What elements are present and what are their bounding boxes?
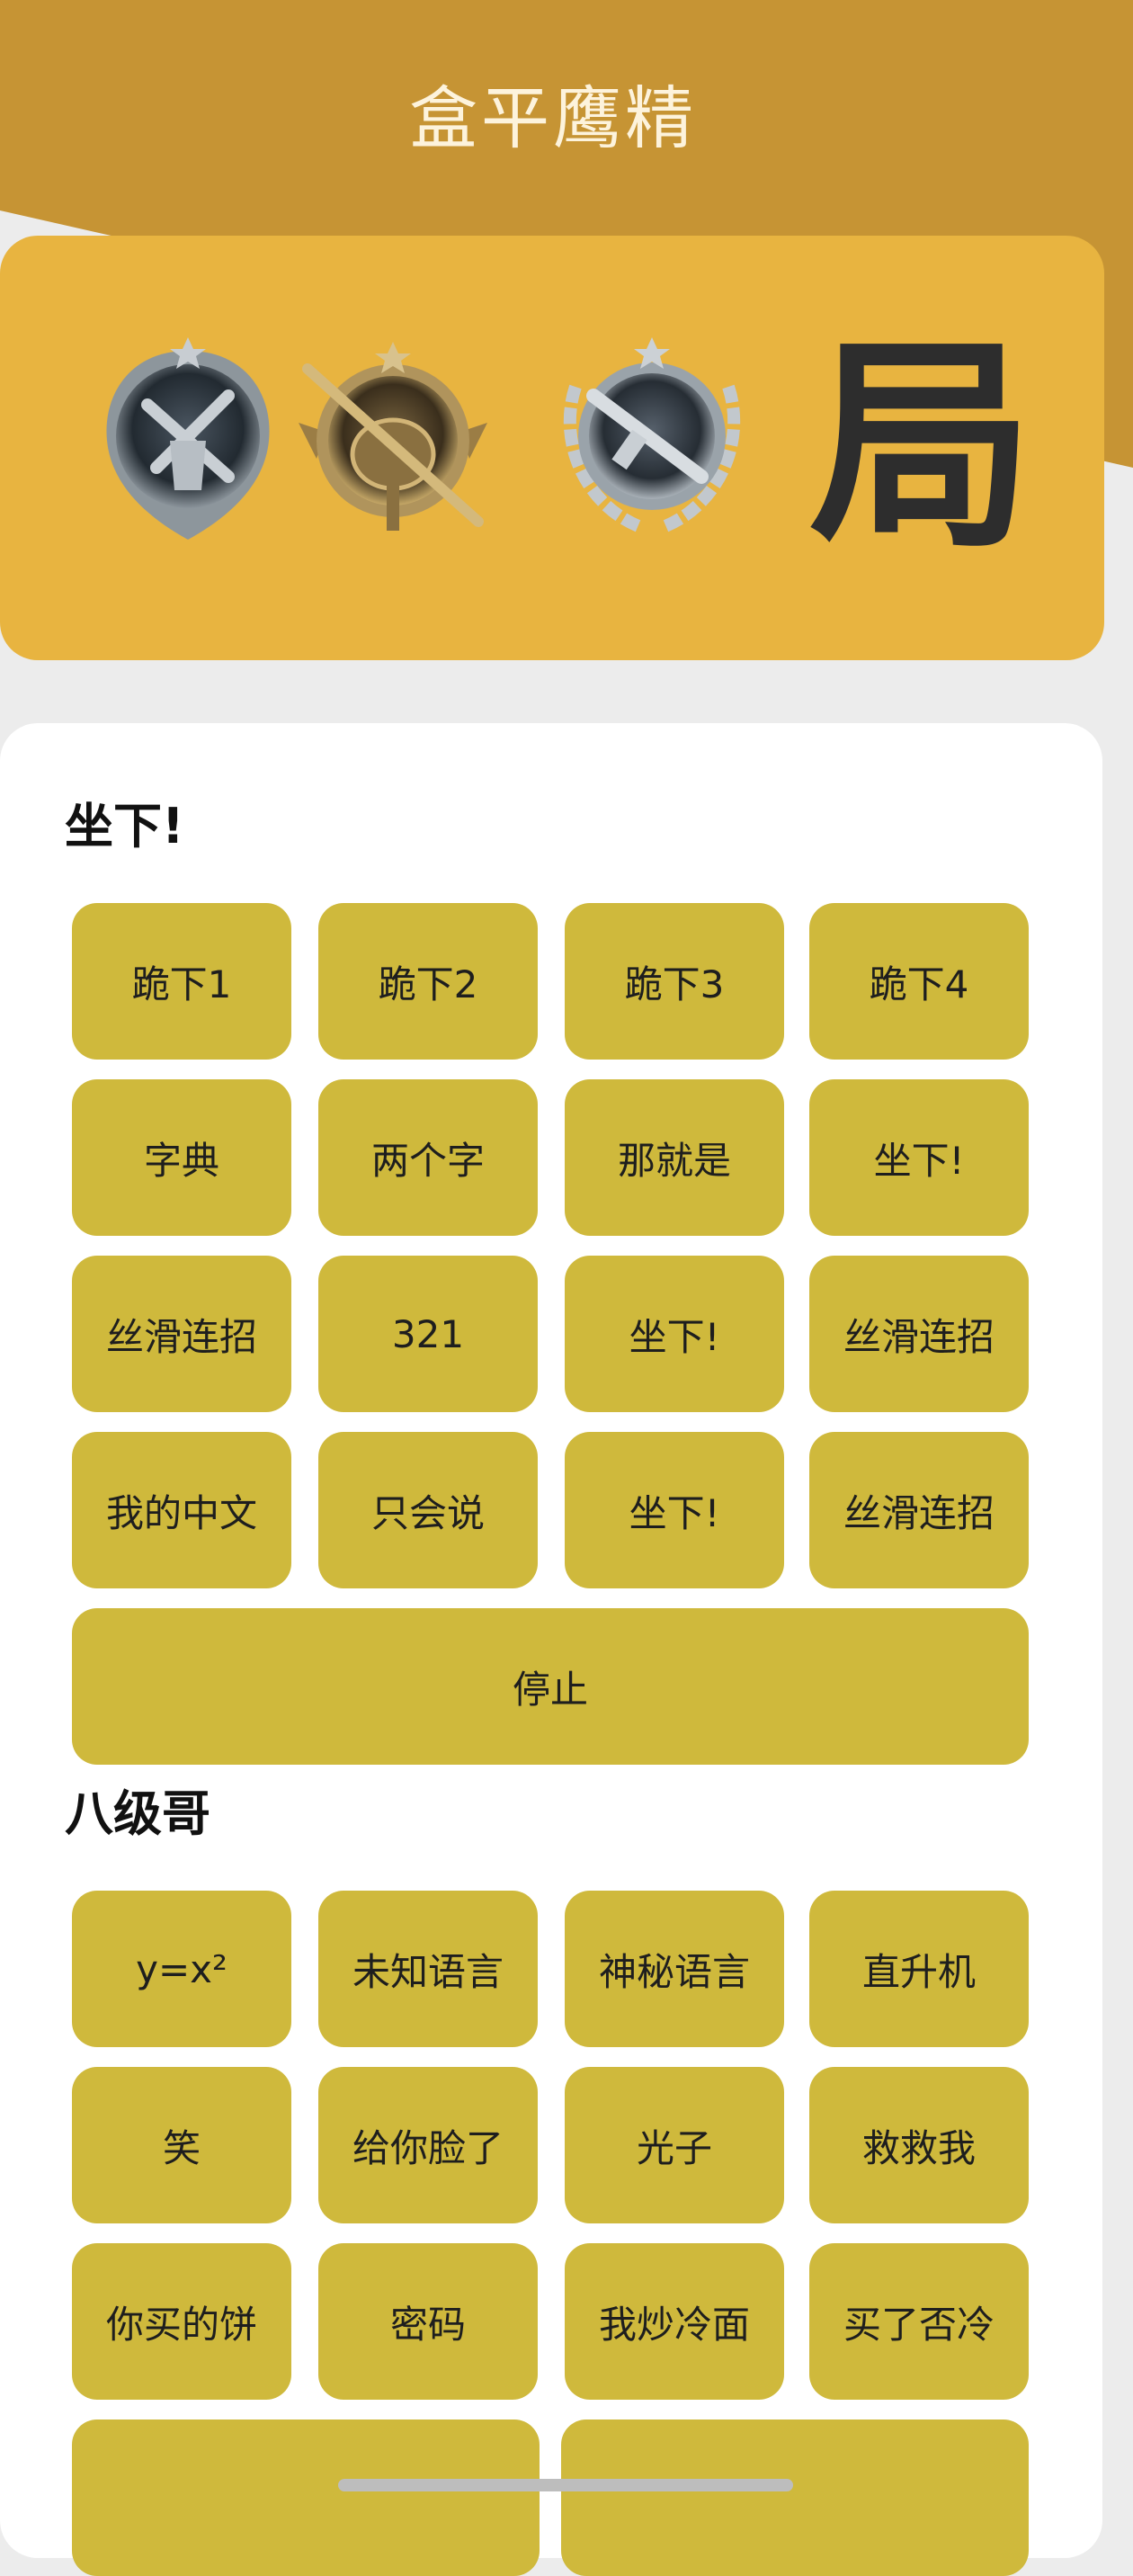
section-title-level-eight: 八级哥 (65, 1785, 210, 1842)
sound-button-partial[interactable] (72, 2419, 540, 2576)
sound-button[interactable]: 坐下! (565, 1432, 784, 1588)
sound-button[interactable]: 给你脸了 (318, 2067, 538, 2223)
sound-button[interactable]: 丝滑连招 (809, 1256, 1029, 1412)
sound-button[interactable]: 你买的饼 (72, 2243, 291, 2400)
sound-button[interactable]: 两个字 (318, 1079, 538, 1236)
sound-button[interactable]: 救救我 (809, 2067, 1029, 2223)
sound-button[interactable]: 我炒冷面 (565, 2243, 784, 2400)
sound-button[interactable]: 光子 (565, 2067, 784, 2223)
sound-button[interactable]: 买了否冷 (809, 2243, 1029, 2400)
section-title-sit-down: 坐下! (65, 798, 184, 854)
sound-button-partial[interactable] (561, 2419, 1029, 2576)
home-indicator[interactable] (338, 2479, 793, 2491)
sound-button[interactable]: 直升机 (809, 1891, 1029, 2047)
medal-badge-icon (558, 333, 746, 549)
sound-button[interactable]: 密码 (318, 2243, 538, 2400)
sound-button[interactable]: y=x² (72, 1891, 291, 2047)
sound-button[interactable]: 笑 (72, 2067, 291, 2223)
app-title: 盒平鹰精 (409, 78, 697, 158)
sound-button[interactable]: 跪下4 (809, 903, 1029, 1060)
sound-button[interactable]: 丝滑连招 (809, 1432, 1029, 1588)
sound-button[interactable]: 只会说 (318, 1432, 538, 1588)
sound-button[interactable]: 跪下2 (318, 903, 538, 1060)
sound-button[interactable]: 我的中文 (72, 1432, 291, 1588)
sound-button[interactable]: 神秘语言 (565, 1891, 784, 2047)
stop-button[interactable]: 停止 (72, 1608, 1029, 1765)
sound-board-card: 坐下! 跪下1 跪下2 跪下3 跪下4 字典 两个字 那就是 坐下! 丝滑连招 … (0, 723, 1102, 2576)
sound-button[interactable]: 跪下3 (565, 903, 784, 1060)
sound-button[interactable]: 那就是 (565, 1079, 784, 1236)
sound-button[interactable]: 未知语言 (318, 1891, 538, 2047)
sound-button[interactable]: 坐下! (565, 1256, 784, 1412)
sound-button[interactable]: 坐下! (809, 1079, 1029, 1236)
sound-button[interactable]: 字典 (72, 1079, 291, 1236)
sound-button[interactable]: 321 (318, 1256, 538, 1412)
sound-button[interactable]: 丝滑连招 (72, 1256, 291, 1412)
medal-badge-icon (94, 333, 282, 549)
banner: 局 (0, 236, 1104, 660)
sound-button[interactable]: 跪下1 (72, 903, 291, 1060)
medal-badge-icon (299, 333, 487, 549)
banner-character: 局 (809, 316, 1034, 577)
